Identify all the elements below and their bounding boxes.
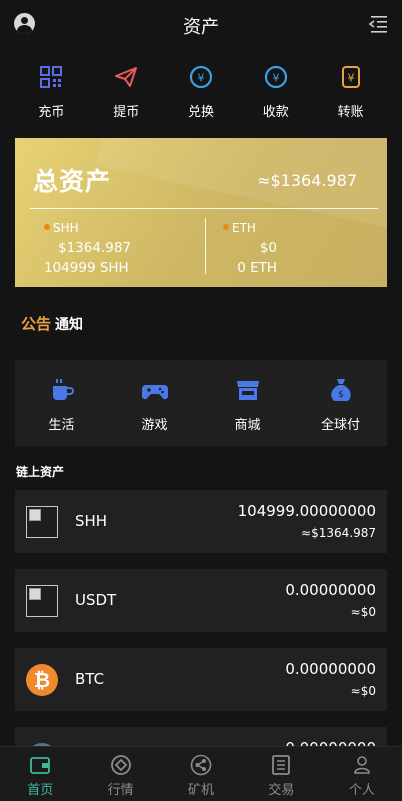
svg-text:¥: ¥ [347, 72, 354, 85]
asset-amount: 104999.00000000 [237, 502, 376, 520]
notice-bar[interactable]: 公告 通知 [21, 313, 83, 333]
total-asset-value: ≈$1364.987 [257, 171, 357, 190]
miner-share-icon [190, 754, 212, 776]
coin-name: ETH [232, 221, 256, 235]
asset-row-btc[interactable]: ₿ BTC 0.00000000 ≈$0 [15, 648, 387, 711]
notice-label: 通知 [55, 317, 84, 333]
asset-amount: 0.00000000 [285, 581, 376, 599]
nav-label: 个人 [348, 783, 375, 798]
nav-label: 行情 [107, 783, 134, 798]
receive-label: 收款 [262, 105, 289, 120]
exchange-yen-icon: ¥ [189, 65, 213, 89]
nav-miner[interactable]: 矿机 [161, 747, 241, 801]
shh-summary: SHH $1364.987 104999 SHH [44, 218, 131, 278]
nav-home[interactable]: 首页 [0, 747, 80, 801]
deposit-button[interactable]: 充币 [14, 60, 89, 122]
receive-yen-icon: ¥ [264, 65, 287, 89]
svg-text:$: $ [338, 390, 344, 400]
exchange-button[interactable]: ¥ 兑换 [164, 60, 239, 122]
nav-label: 交易 [268, 783, 295, 798]
gamepad-icon [141, 385, 168, 400]
service-mall[interactable]: 商城 [201, 360, 294, 446]
market-icon [110, 755, 131, 775]
services-panel: 生活 游戏 商城 $ 全球付 [15, 360, 387, 446]
service-label: 游戏 [141, 418, 168, 433]
chain-assets-title: 链上资产 [16, 465, 65, 479]
bullet-dot-icon [223, 224, 229, 230]
coin-fiat: $1364.987 [58, 240, 132, 256]
money-bag-icon: $ [330, 379, 351, 402]
asset-name: SHH [75, 512, 108, 530]
divider [30, 208, 378, 209]
eth-summary: ETH $0 0 ETH [187, 218, 277, 278]
trade-list-icon [272, 755, 291, 775]
asset-amount: 0.00000000 [285, 660, 376, 678]
receive-button[interactable]: ¥ 收款 [238, 60, 313, 122]
broken-image-icon [26, 506, 58, 538]
svg-text:¥: ¥ [272, 72, 279, 85]
notice-tag: 公告 [21, 315, 52, 333]
service-label: 全球付 [320, 418, 360, 433]
service-label: 商城 [234, 418, 261, 433]
menu-collapse-icon[interactable] [368, 15, 388, 33]
exchange-label: 兑换 [187, 105, 214, 120]
svg-text:¥: ¥ [197, 72, 204, 85]
send-plane-icon [115, 67, 138, 87]
total-asset-card: 总资产 ≈$1364.987 SHH $1364.987 104999 SHH … [15, 138, 387, 287]
asset-row-usdt[interactable]: USDT 0.00000000 ≈$0 [15, 569, 387, 632]
asset-name: BTC [75, 670, 105, 688]
person-icon [354, 756, 370, 774]
svg-text:₿: ₿ [34, 668, 50, 692]
asset-fiat: ≈$0 [350, 605, 376, 619]
service-label: 生活 [48, 418, 75, 433]
nav-market[interactable]: 行情 [80, 747, 160, 801]
asset-name: USDT [75, 591, 117, 609]
qr-code-icon [40, 66, 63, 88]
nav-label: 首页 [27, 783, 54, 798]
page-title: 资产 [183, 17, 219, 38]
bullet-dot-icon [44, 224, 50, 230]
total-asset-title: 总资产 [33, 167, 112, 196]
bitcoin-icon: ₿ [26, 664, 58, 696]
transfer-yen-icon: ¥ [341, 66, 360, 88]
coin-fiat: $0 [259, 240, 277, 256]
transfer-button[interactable]: ¥ 转账 [313, 60, 388, 122]
asset-row-shh[interactable]: SHH 104999.00000000 ≈$1364.987 [15, 490, 387, 553]
nav-profile[interactable]: 个人 [322, 747, 402, 801]
coin-amount: 104999 SHH [44, 260, 129, 276]
asset-fiat: ≈$0 [350, 684, 376, 698]
coin-name: SHH [53, 221, 79, 235]
broken-image-icon [26, 585, 58, 617]
coin-amount: 0 ETH [237, 260, 277, 276]
top-bar: 资产 [0, 0, 402, 50]
withdraw-button[interactable]: 提币 [89, 60, 164, 122]
service-life[interactable]: 生活 [15, 360, 108, 446]
wallet-icon [30, 757, 51, 774]
shop-icon [236, 381, 259, 400]
withdraw-label: 提币 [113, 105, 140, 120]
service-global-pay[interactable]: $ 全球付 [294, 360, 387, 446]
coffee-cup-icon [52, 379, 74, 400]
nav-trade[interactable]: 交易 [241, 747, 321, 801]
bottom-nav: 首页 行情 矿机 交易 个人 [0, 746, 402, 801]
quick-actions: 充币 提币 ¥ 兑换 ¥ 收款 ¥ 转账 [0, 60, 402, 122]
asset-fiat: ≈$1364.987 [301, 526, 376, 540]
service-games[interactable]: 游戏 [108, 360, 201, 446]
nav-label: 矿机 [188, 783, 215, 798]
deposit-label: 充币 [38, 105, 65, 120]
transfer-label: 转账 [337, 105, 364, 120]
